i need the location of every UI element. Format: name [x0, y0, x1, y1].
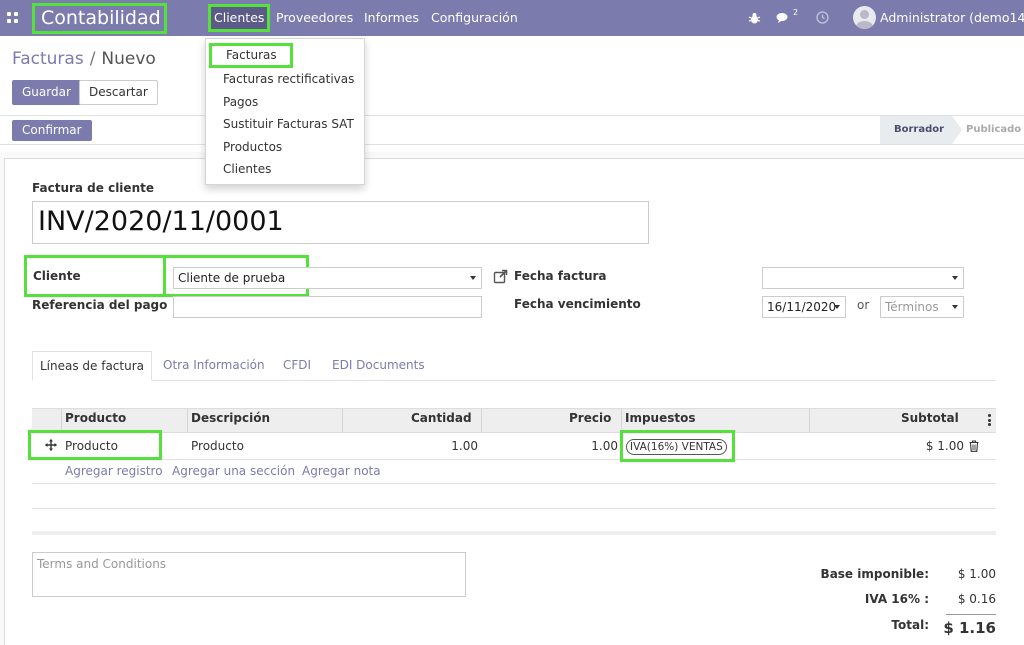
- column-descripcion[interactable]: Descripción: [191, 411, 270, 425]
- column-precio[interactable]: Precio: [569, 411, 611, 425]
- save-button[interactable]: Guardar: [12, 80, 81, 105]
- line-subtotal: $ 1.00: [925, 439, 964, 453]
- external-link-icon[interactable]: [493, 269, 508, 284]
- breadcrumb: Facturas / Nuevo: [12, 49, 156, 69]
- customer-label: Cliente: [24, 255, 166, 297]
- tab-other-info[interactable]: Otra Información: [163, 351, 265, 381]
- column-cantidad[interactable]: Cantidad: [411, 411, 472, 425]
- status-borrador: Borrador: [880, 116, 962, 144]
- chat-icon[interactable]: [776, 0, 790, 36]
- chevron-down-icon: [834, 305, 840, 309]
- empty-row: [32, 508, 996, 509]
- menu-clientes[interactable]: Clientes: [208, 4, 271, 32]
- column-divider: [342, 409, 343, 432]
- column-divider: [61, 409, 62, 432]
- discard-button[interactable]: Descartar: [79, 80, 158, 105]
- column-impuestos[interactable]: Impuestos: [625, 411, 696, 425]
- clientes-dropdown-menu: Facturas Facturas rectificativas Pagos S…: [205, 38, 365, 185]
- line-description[interactable]: Producto: [191, 439, 244, 453]
- apps-menu-icon[interactable]: [7, 12, 18, 23]
- base-amount-value: $ 1.00: [957, 567, 996, 581]
- tax-amount-value: $ 0.16: [957, 592, 996, 606]
- invoice-number-field[interactable]: INV/2020/11/0001: [32, 201, 649, 244]
- tax-amount-label: IVA 16% :: [864, 592, 929, 606]
- document-type-label: Factura de cliente: [32, 181, 154, 195]
- debug-bug-icon[interactable]: [748, 0, 761, 36]
- empty-row: [32, 483, 996, 484]
- top-navbar: Contabilidad Clientes Proveedores Inform…: [0, 0, 1024, 36]
- tab-invoice-lines[interactable]: Líneas de factura: [32, 351, 152, 381]
- status-bar: Borrador Publicado: [880, 116, 1024, 144]
- chevron-down-icon: [470, 276, 476, 280]
- or-text: or: [857, 298, 870, 312]
- menu-proveedores[interactable]: Proveedores: [276, 0, 353, 36]
- column-divider: [187, 409, 188, 432]
- invoice-date-input[interactable]: [762, 267, 964, 289]
- payment-reference-input[interactable]: [173, 296, 482, 318]
- dropdown-item-facturas-rectificativas[interactable]: Facturas rectificativas: [223, 72, 354, 86]
- chat-count-badge: 2: [793, 8, 799, 17]
- drag-handle-icon[interactable]: [45, 439, 57, 454]
- due-date-value: 16/11/2020: [767, 300, 837, 314]
- breadcrumb-separator: /: [89, 49, 96, 69]
- totals-divider: [946, 614, 996, 615]
- dropdown-item-productos[interactable]: Productos: [223, 140, 282, 154]
- dropdown-item-pagos[interactable]: Pagos: [223, 95, 258, 109]
- dropdown-item-sustituir-facturas-sat[interactable]: Sustituir Facturas SAT: [223, 117, 354, 131]
- trash-icon[interactable]: [969, 440, 979, 452]
- table-row[interactable]: [32, 433, 996, 460]
- column-divider: [809, 409, 810, 432]
- line-quantity[interactable]: 1.00: [451, 439, 478, 453]
- user-avatar[interactable]: [853, 6, 876, 29]
- user-name[interactable]: Administrator (demo14): [880, 0, 1024, 36]
- menu-configuracion[interactable]: Configuración: [431, 0, 518, 36]
- column-divider: [481, 409, 482, 432]
- clock-icon[interactable]: [816, 0, 829, 36]
- total-label: Total:: [891, 618, 929, 632]
- chevron-down-icon: [952, 305, 958, 309]
- tab-edi-documents[interactable]: EDI Documents: [332, 351, 425, 381]
- add-note-link[interactable]: Agregar nota: [302, 464, 381, 478]
- line-price[interactable]: 1.00: [591, 439, 618, 453]
- dropdown-item-facturas[interactable]: Facturas: [209, 43, 293, 68]
- total-value: $ 1.16: [943, 619, 996, 637]
- confirm-button[interactable]: Confirmar: [12, 120, 92, 141]
- menu-informes[interactable]: Informes: [364, 0, 419, 36]
- breadcrumb-facturas[interactable]: Facturas: [12, 49, 84, 69]
- table-footer: [32, 531, 996, 535]
- terms-and-conditions-field[interactable]: Terms and Conditions: [32, 552, 466, 597]
- customer-select[interactable]: Cliente de prueba: [173, 267, 482, 289]
- column-producto[interactable]: Producto: [65, 411, 126, 425]
- header-divider: [0, 115, 1024, 116]
- payment-terms-placeholder: Términos: [885, 300, 939, 314]
- tax-tag[interactable]: IVA(16%) VENTAS: [626, 439, 727, 455]
- payment-reference-label: Referencia del pago: [32, 298, 168, 312]
- column-divider: [621, 409, 622, 432]
- statusbar-divider: [0, 144, 1024, 145]
- app-name[interactable]: Contabilidad: [32, 3, 167, 34]
- due-date-label: Fecha vencimiento: [514, 297, 641, 311]
- column-options-kebab-icon[interactable]: [988, 414, 991, 426]
- base-amount-label: Base imponible:: [820, 567, 929, 581]
- lines-table-header: [32, 408, 996, 433]
- payment-terms-select[interactable]: Términos: [880, 296, 964, 318]
- due-date-input[interactable]: 16/11/2020: [762, 296, 846, 318]
- chevron-down-icon: [952, 276, 958, 280]
- add-line-link[interactable]: Agregar registro: [65, 464, 163, 478]
- customer-value: Cliente de prueba: [178, 271, 286, 285]
- line-product[interactable]: Producto: [65, 439, 118, 453]
- column-subtotal[interactable]: Subtotal: [901, 411, 959, 425]
- add-section-link[interactable]: Agregar una sección: [172, 464, 295, 478]
- status-publicado[interactable]: Publicado: [966, 116, 1021, 144]
- tab-cfdi[interactable]: CFDI: [283, 351, 311, 381]
- breadcrumb-current: Nuevo: [101, 49, 156, 69]
- invoice-date-label: Fecha factura: [514, 269, 607, 283]
- dropdown-item-clientes[interactable]: Clientes: [223, 162, 271, 176]
